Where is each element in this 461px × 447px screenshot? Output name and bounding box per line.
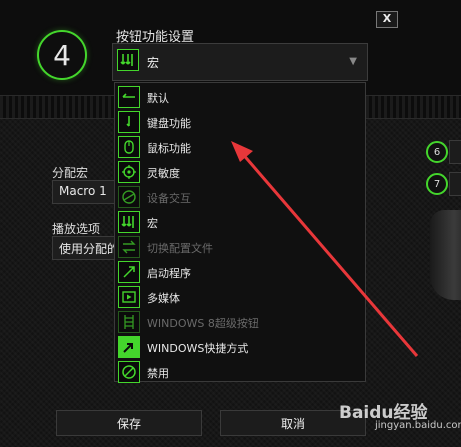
watermark-url: jingyan.baidu.com <box>375 420 461 431</box>
annotation-arrow <box>231 141 419 357</box>
save-button[interactable]: 保存 <box>56 410 202 436</box>
